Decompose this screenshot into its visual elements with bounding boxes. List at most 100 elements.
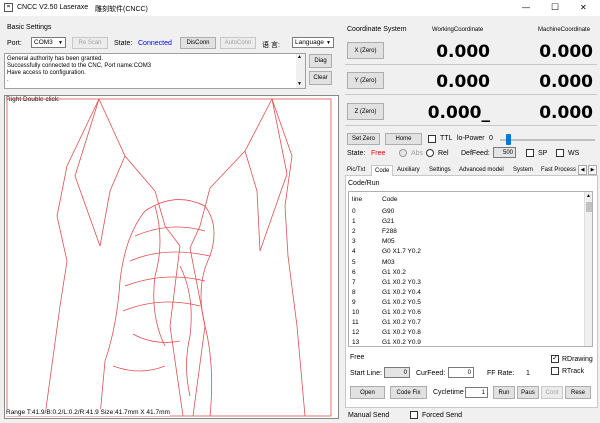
code-line-number: 3 [352, 238, 356, 246]
drawing-canvas[interactable]: Right Double click: Range T:41.9/B:0.2/L… [4, 95, 339, 419]
log-textarea[interactable]: General authority has been granted. Succ… [4, 53, 306, 89]
language-select[interactable]: Language ▼ [292, 37, 334, 48]
rdrawing-checkbox[interactable]: ✓ [551, 355, 559, 363]
rescan-button[interactable]: Re Scan [72, 37, 108, 49]
working-coordinate-label: WorkingCoordinate [432, 27, 484, 33]
pause-button[interactable]: Paus [517, 386, 539, 399]
tab-pic-txt[interactable]: Pic/Txt [347, 165, 365, 175]
tab-scroll-left-icon[interactable]: ◀ [578, 165, 587, 175]
machine-coordinate-label: MachineCoordinate [538, 27, 591, 33]
log-scrollbar[interactable]: ▲ ▼ [296, 54, 305, 88]
ffrate-value: 1 [526, 370, 530, 377]
scroll-up-icon[interactable]: ▲ [297, 54, 302, 60]
lopower-slider-thumb[interactable] [506, 134, 511, 145]
code-line-text[interactable]: G1 X0.2 Y0.6 [382, 309, 421, 316]
code-line-text[interactable]: G0 X1.7 Y0.2 [382, 248, 421, 255]
canvas-range-info: Range T:41.9/B:0.2/L:0.2/R:41.9 Size:41.… [6, 409, 170, 416]
scroll-thumb[interactable] [586, 202, 592, 212]
open-button[interactable]: Open [350, 386, 385, 399]
tab-fast-process[interactable]: Fast Process [541, 165, 576, 175]
code-line-text[interactable]: M05 [382, 238, 395, 245]
coordinate-system-title: Coordinate System [347, 26, 407, 33]
autoconnect-button[interactable]: AutoConn [220, 37, 256, 49]
tab-scroll-right-icon[interactable]: ▶ [588, 165, 597, 175]
start-line-label: Start Line: [350, 370, 382, 377]
code-run-title: Code/Run [348, 180, 380, 187]
abs-radio[interactable] [399, 149, 407, 157]
code-line-text[interactable]: G21 [382, 218, 394, 225]
code-table[interactable]: line Code 0 G90 1 G21 2 F288 3 M05 4 G0 X1.7 Y0.2… [348, 191, 593, 347]
code-line-text[interactable]: G1 X0.2 Y0.5 [382, 299, 421, 306]
code-line-number: 7 [352, 278, 356, 286]
close-icon[interactable]: ✕ [580, 3, 587, 12]
tab-advanced-model[interactable]: Advanced model [459, 165, 504, 175]
divider [345, 94, 597, 95]
manual-send-label: Manual Send [348, 412, 390, 419]
forced-send-checkbox[interactable] [410, 411, 418, 419]
code-line-text[interactable]: G1 X0.2 Y0.3 [382, 279, 421, 286]
maximize-icon[interactable]: ☐ [551, 2, 559, 13]
ttl-checkbox[interactable] [428, 135, 436, 143]
ttl-label: TTL [440, 135, 453, 142]
code-line-number: 0 [352, 208, 356, 215]
code-fix-button[interactable]: Code Fix [390, 386, 427, 399]
x-zero-button[interactable]: X (Zero) [347, 42, 384, 59]
run-button[interactable]: Run [493, 386, 515, 399]
home-button[interactable]: Home [385, 133, 422, 145]
scroll-up-icon[interactable]: ▲ [586, 193, 591, 199]
code-line-number: 4 [352, 248, 356, 256]
port-select[interactable]: COM3 ▼ [31, 37, 66, 48]
z-machine-value: 0.000 [539, 103, 593, 123]
scroll-down-icon[interactable]: ▼ [297, 81, 302, 87]
code-line-number: 11 [352, 319, 359, 327]
code-line-text[interactable]: M03 [382, 259, 395, 266]
start-line-input[interactable]: 0 [384, 367, 410, 378]
run-state-label: State: [347, 150, 366, 157]
tab-auxiliary[interactable]: Auxiliary [397, 165, 420, 175]
x-working-value: 0.000 [436, 42, 490, 62]
curfeed-input[interactable]: 0 [448, 367, 474, 378]
tab-system[interactable]: System [513, 165, 533, 175]
code-line-text[interactable]: G1 X0.2 Y0.7 [382, 319, 421, 326]
code-line-number: 13 [352, 339, 360, 347]
curfeed-label: CurFeed: [416, 370, 446, 377]
rel-radio[interactable] [426, 149, 434, 157]
disconnect-button[interactable]: DisConn [180, 37, 216, 49]
cycletime-input[interactable]: 1 [465, 387, 488, 398]
ws-checkbox[interactable] [556, 149, 564, 157]
clear-button[interactable]: Clear [309, 71, 332, 85]
y-zero-button[interactable]: Y (Zero) [347, 72, 384, 89]
rel-label: Rel [438, 150, 449, 157]
minimize-icon[interactable]: — [522, 3, 530, 12]
code-line-number: 9 [352, 298, 356, 306]
code-line-number: 8 [352, 288, 356, 296]
reset-button[interactable]: Rese [565, 386, 591, 399]
code-line-number: 12 [352, 329, 360, 337]
sp-checkbox[interactable] [526, 149, 534, 157]
z-zero-button[interactable]: Z (Zero) [347, 103, 384, 120]
code-line-text[interactable]: G1 X0.2 Y0.9 [382, 339, 421, 346]
continue-button[interactable]: Cont [541, 386, 563, 399]
rtrack-checkbox[interactable] [551, 367, 559, 375]
code-line-text[interactable]: G1 X0.2 Y0.4 [382, 289, 421, 296]
lopower-slider-track[interactable] [500, 139, 595, 141]
set-zero-button[interactable]: Set Zero [347, 133, 380, 145]
diag-button[interactable]: Diag [309, 54, 332, 68]
log-line: . [7, 77, 9, 83]
code-line-text[interactable]: G1 X0.2 Y0.8 [382, 329, 421, 336]
state-label: State: [114, 40, 133, 47]
z-working-value: 0.000_ [427, 103, 490, 123]
deffeed-input[interactable]: 500 [493, 147, 516, 158]
tab-code[interactable]: Code [371, 165, 394, 176]
deffeed-label: DefFeed: [461, 150, 490, 157]
tab-strip: Pic/Txt Code Auxiliary Settings Advanced… [345, 165, 598, 176]
run-free-label: Free [350, 354, 365, 361]
code-scrollbar[interactable]: ▲ [584, 192, 592, 346]
code-line-text[interactable]: G90 [382, 208, 394, 215]
tab-settings[interactable]: Settings [429, 165, 451, 175]
sp-label: SP [538, 150, 548, 157]
code-line-text[interactable]: F288 [382, 228, 397, 235]
y-machine-value: 0.000 [539, 72, 593, 92]
x-machine-value: 0.000 [539, 42, 593, 62]
code-line-text[interactable]: G1 X0.2 [382, 269, 406, 276]
